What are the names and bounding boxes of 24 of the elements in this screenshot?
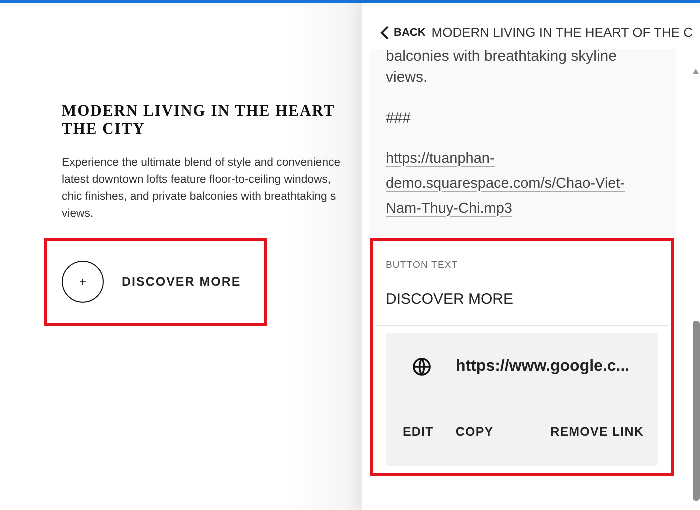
panel-title: MODERN LIVING IN THE HEART OF THE C: [432, 24, 694, 42]
heading-line: THE CITY: [62, 120, 146, 140]
paragraph-line: latest downtown lofts feature floor-to-ceiling windows,: [62, 173, 332, 188]
field-label: BUTTON TEXT: [386, 258, 460, 272]
audio-link[interactable]: https://tuanphan-demo.squarespace.com/s/Chao-Viet-Nam-Thuy-Chi.mp3: [386, 146, 648, 222]
chevron-left-icon: [380, 26, 390, 40]
paragraph-line: views.: [62, 207, 95, 222]
paragraph-line: Experience the ultimate blend of style and convenience: [62, 156, 342, 171]
separator-text: ###: [386, 108, 412, 128]
link-action-button[interactable]: EDIT: [403, 423, 434, 442]
link-action-button[interactable]: REMOVE LINK: [550, 423, 644, 442]
link-action-button[interactable]: COPY: [456, 423, 494, 442]
back-button[interactable]: BACK: [380, 24, 426, 41]
heading-line: MODERN LIVING IN THE HEART: [62, 102, 336, 122]
paragraph-line: chic finishes, and private balconies with breathtaking s: [62, 190, 338, 205]
button-text-field[interactable]: DISCOVER MORE: [375, 288, 669, 326]
discover-more-button[interactable]: + DISCOVER MORE: [62, 261, 242, 303]
link-url: https://www.google.c...: [456, 357, 630, 378]
globe-icon: [412, 357, 432, 378]
plus-icon: +: [62, 261, 104, 303]
scroll-up-icon[interactable]: [693, 69, 699, 74]
text-line: balconies with breathtaking skyline: [386, 48, 618, 64]
text-line: views.: [386, 68, 429, 88]
scrollbar-thumb[interactable]: [693, 321, 700, 501]
